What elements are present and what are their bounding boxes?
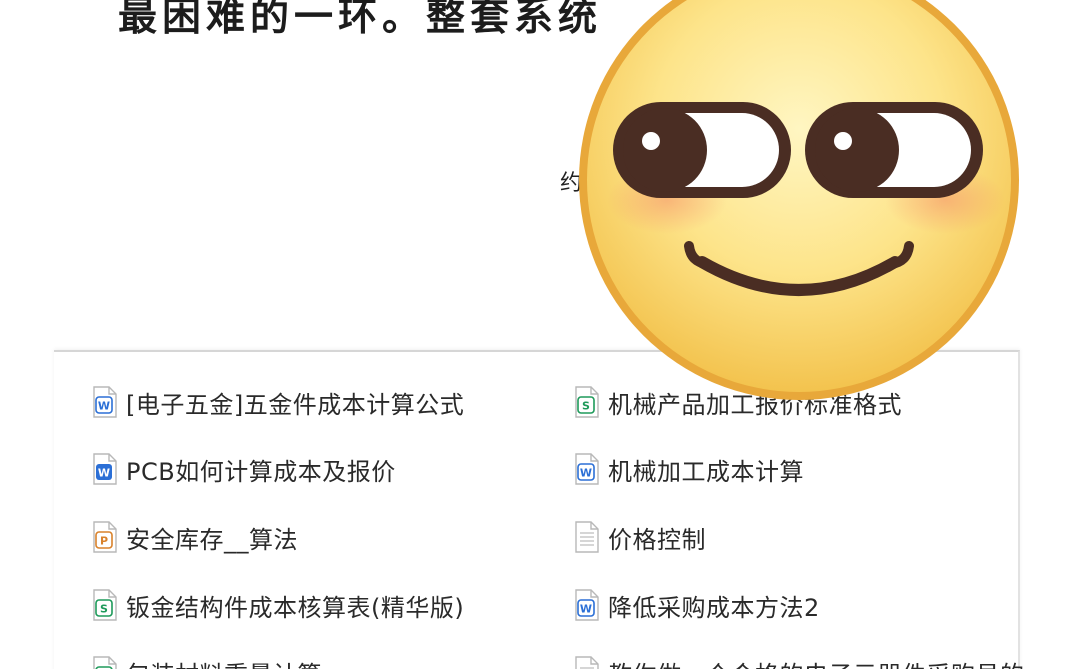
- file-name: 教你做一个合格的电子元器件采购员的: [608, 655, 1025, 669]
- svg-text:S: S: [100, 603, 108, 616]
- text-doc-icon: [574, 521, 600, 553]
- spreadsheet-doc-icon: S: [92, 589, 118, 621]
- smirk-emoji-icon: [579, 0, 1019, 400]
- page: 最困难的一环。整套系统 约 W [电子五金]五金件成本计算公式 S 机械产品加工…: [0, 0, 1080, 669]
- word-doc-icon: W: [92, 453, 118, 485]
- headline-text: 最困难的一环。整套系统: [118, 0, 603, 40]
- word-doc-icon: W: [92, 386, 118, 418]
- word-doc-icon: W: [574, 589, 600, 621]
- file-item[interactable]: W 降低采购成本方法2: [574, 585, 820, 625]
- file-name: 安全库存__算法: [126, 525, 298, 554]
- file-name: PCB如何计算成本及报价: [126, 457, 396, 486]
- file-name: 价格控制: [608, 525, 706, 554]
- text-doc-icon: [574, 656, 600, 669]
- file-name: [电子五金]五金件成本计算公式: [126, 390, 465, 419]
- file-item[interactable]: 教你做一个合格的电子元器件采购员的: [574, 652, 1025, 669]
- file-item[interactable]: W [电子五金]五金件成本计算公式: [92, 382, 464, 422]
- partial-text: 约: [560, 171, 583, 196]
- file-item[interactable]: W PCB如何计算成本及报价: [92, 449, 396, 489]
- file-name: 机械加工成本计算: [608, 457, 804, 486]
- svg-text:W: W: [580, 603, 592, 616]
- word-doc-icon: W: [574, 453, 600, 485]
- svg-text:P: P: [100, 535, 108, 548]
- file-item[interactable]: S 钣金结构件成本核算表(精华版): [92, 585, 464, 625]
- file-item[interactable]: S 包装材料重量计算: [92, 652, 322, 669]
- svg-text:S: S: [582, 400, 590, 413]
- file-item[interactable]: W 机械加工成本计算: [574, 449, 804, 489]
- file-item[interactable]: 价格控制: [574, 517, 706, 557]
- spreadsheet-doc-icon: S: [574, 386, 600, 418]
- file-name: 机械产品加工报价标准格式: [608, 390, 902, 419]
- svg-text:W: W: [580, 467, 592, 480]
- file-item[interactable]: P 安全库存__算法: [92, 517, 298, 557]
- spreadsheet-doc-icon: S: [92, 656, 118, 669]
- presentation-doc-icon: P: [92, 521, 118, 553]
- file-name: 钣金结构件成本核算表(精华版): [126, 593, 465, 622]
- svg-text:W: W: [98, 467, 110, 480]
- file-name: 降低采购成本方法2: [608, 593, 820, 622]
- svg-text:W: W: [98, 400, 110, 413]
- file-list-panel: W [电子五金]五金件成本计算公式 S 机械产品加工报价标准格式 W PCB如何…: [54, 350, 1024, 669]
- file-item[interactable]: S 机械产品加工报价标准格式: [574, 382, 902, 422]
- file-name: 包装材料重量计算: [126, 655, 322, 669]
